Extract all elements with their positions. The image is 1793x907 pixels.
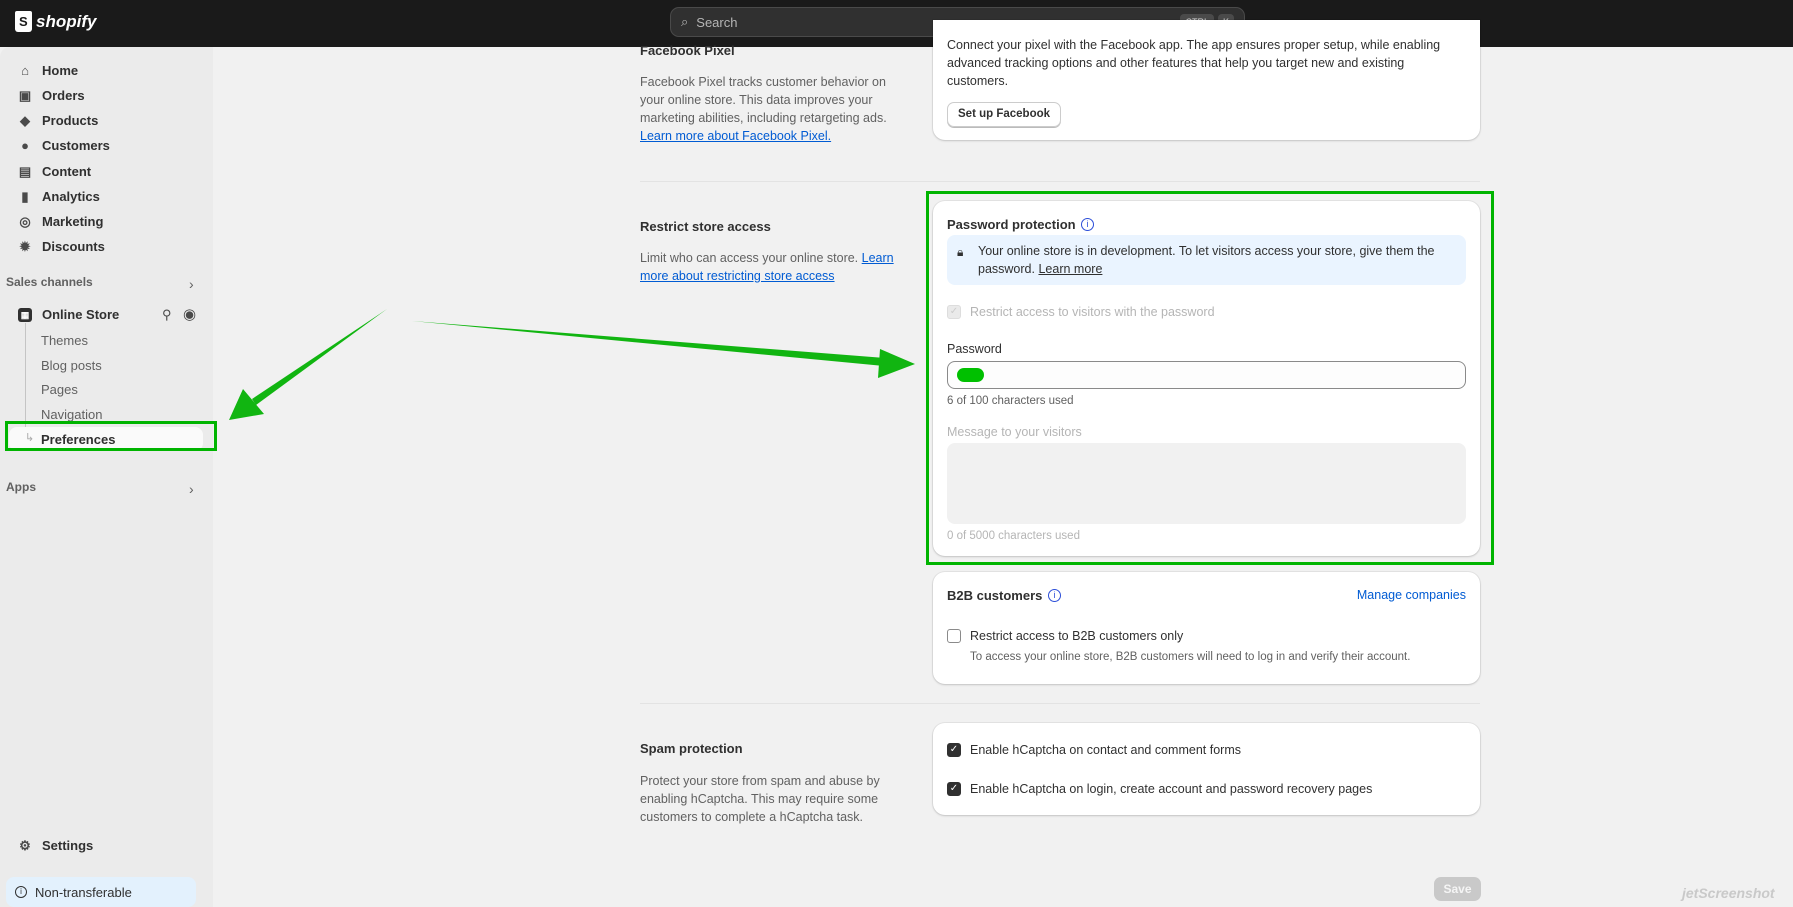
arrow-to-password [412,321,915,378]
annotation-arrows [229,309,915,420]
arrow-to-preferences [229,309,387,420]
